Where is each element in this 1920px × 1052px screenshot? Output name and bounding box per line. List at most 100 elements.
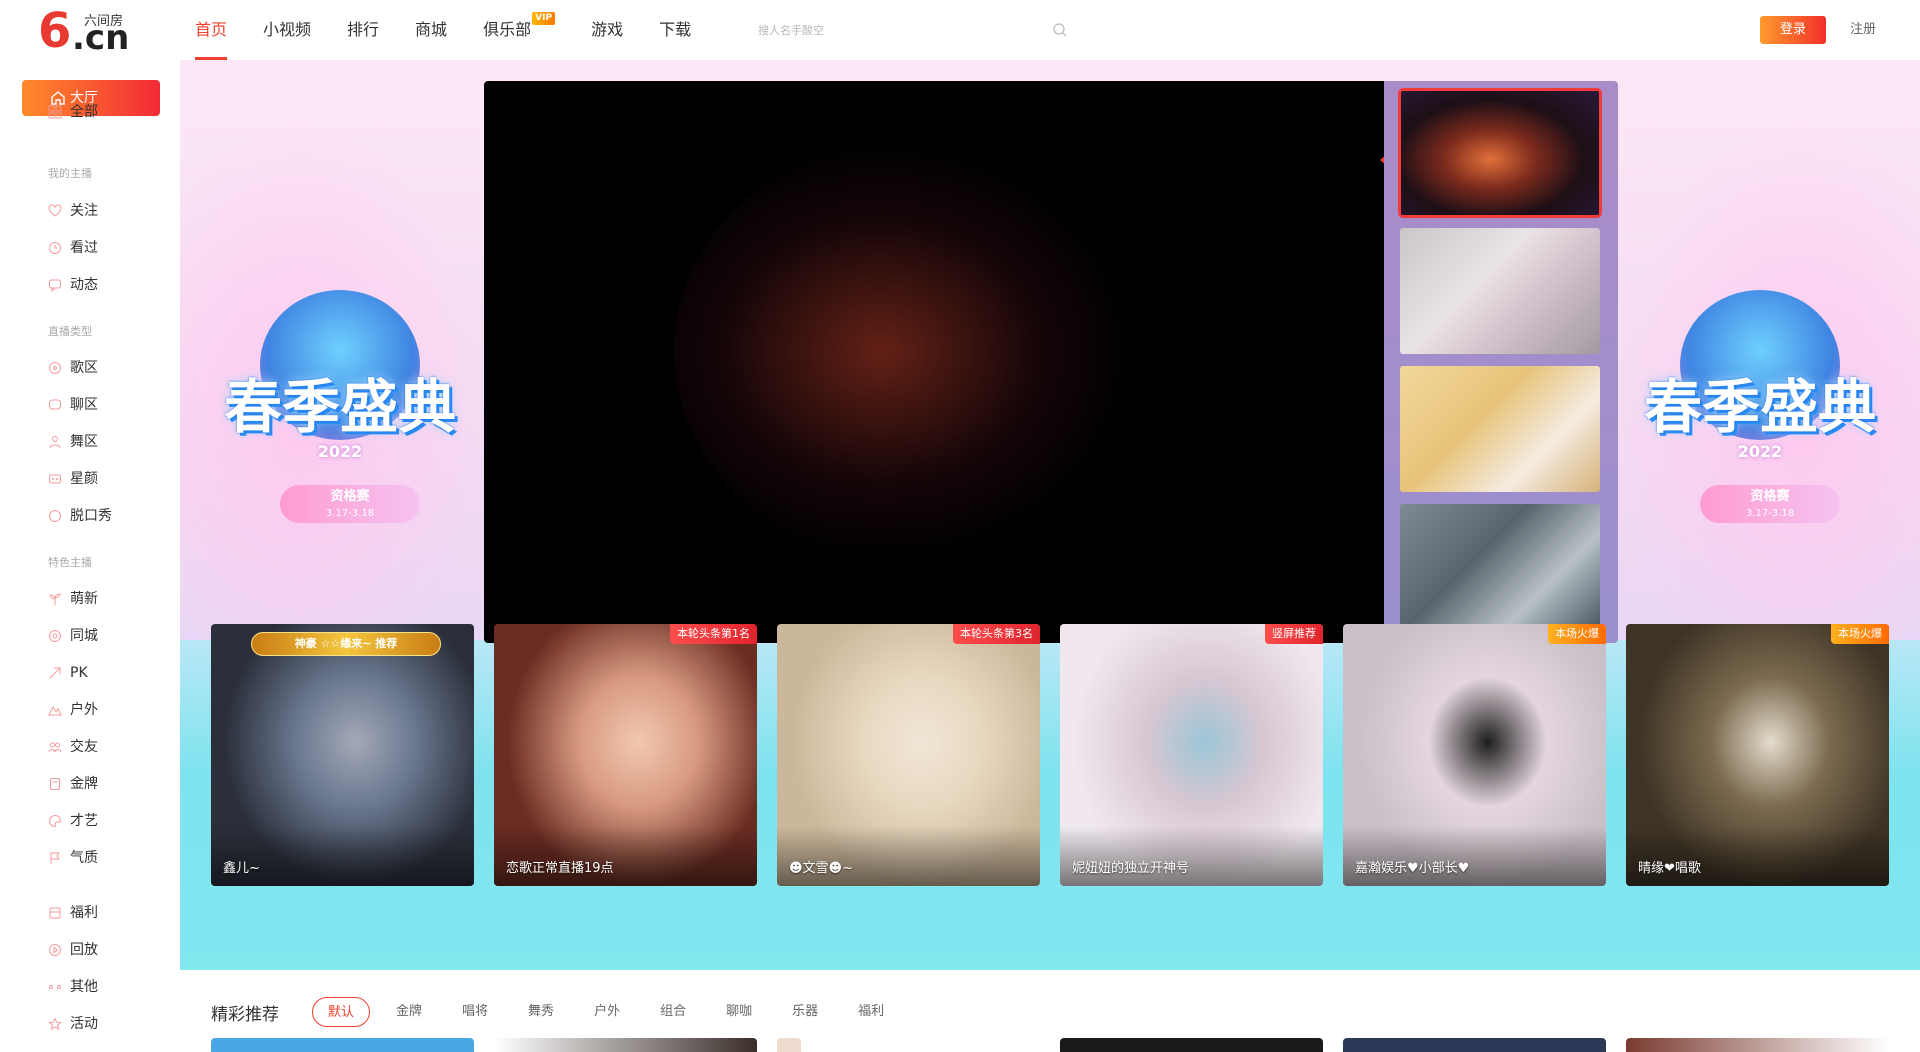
featured-thumb-2[interactable] [1400,228,1600,354]
tab-gold[interactable]: 金牌 [396,997,422,1027]
sidebar-item-song[interactable]: 歌区 [48,358,98,378]
sidebar-item-star[interactable]: 星颜 [48,469,98,489]
sidebar-item-pk[interactable]: PK [48,663,88,683]
tab-group[interactable]: 组合 [660,997,686,1027]
sidebar-item-all[interactable]: 全部 [48,102,98,122]
sidebar-item-talent[interactable]: 才艺 [48,811,98,831]
search-box [758,16,1068,44]
sidebar-item-dance[interactable]: 舞区 [48,432,98,452]
room-card[interactable]: 竖屏推荐 妮妞妞的独立开神号 [1060,624,1323,886]
stage-dates: 3.17-3.18 [325,508,375,519]
sidebar-item-outdoor[interactable]: 户外 [48,700,98,720]
group-live-types: 直播类型 [48,325,92,338]
sidebar-item-chat[interactable]: 聊区 [48,395,98,415]
music-icon [49,362,61,374]
room-card[interactable]: 本轮头条第1名 恋歌正常直播19点 [494,624,757,886]
spring-year: 2022 [1737,442,1783,461]
gift-icon [49,907,61,919]
sidebar-item-label: 交友 [70,739,98,755]
sidebar-item-watched[interactable]: 看过 [48,238,98,258]
tab-outdoor[interactable]: 户外 [594,997,620,1027]
group-special-anchors: 特色主播 [48,556,92,569]
sidebar-item-newbie[interactable]: 萌新 [48,589,98,609]
spring-festival-emblem-right[interactable]: 春季盛典 2022 资格赛 3.17-3.18 [1620,290,1900,590]
nav-download[interactable]: 下载 [659,0,691,60]
tab-welfare[interactable]: 福利 [858,997,884,1027]
spring-year: 2022 [317,442,363,461]
sidebar-item-label: 聊区 [70,397,98,413]
group-my-anchors: 我的主播 [48,167,92,180]
sidebar-item-feed[interactable]: 动态 [48,275,98,295]
recommend-card[interactable] [1343,1038,1606,1052]
sidebar-item-talkshow[interactable]: 脱口秀 [48,506,112,526]
grid-icon [48,105,62,119]
sidebar-item-welfare[interactable]: 福利 [48,903,98,923]
room-card[interactable]: 本场火爆 晴缘❤唱歌 [1626,624,1889,886]
heart-icon [48,204,62,217]
clock-icon [49,242,61,254]
card-shade [211,826,474,886]
nav-mall[interactable]: 商城 [415,0,447,60]
room-name: 恋歌正常直播19点 [506,861,614,876]
featured-thumb-4[interactable] [1400,504,1600,630]
room-name: 晴缘❤唱歌 [1638,861,1701,876]
room-name: 嘉瀚娱乐♥小部长♥ [1355,861,1470,876]
sidebar-item-follow[interactable]: 关注 [48,201,98,221]
live-video-player[interactable] [484,81,1384,643]
tab-dance[interactable]: 舞秀 [528,997,554,1027]
featured-room-list [1384,81,1618,643]
logo-six: 6 [38,3,72,59]
recommend-card[interactable] [211,1038,474,1052]
stage-dates: 3.17-3.18 [1745,508,1795,519]
recommend-card[interactable] [777,1038,801,1052]
recommend-title: 精彩推荐 [211,1005,279,1025]
sidebar-item-social[interactable]: 交友 [48,737,98,757]
sidebar-item-label: 其他 [70,979,98,995]
sidebar-item-label: 气质 [70,850,98,866]
login-button[interactable]: 登录 [1760,16,1826,44]
nav-club[interactable]: 俱乐部 VIP [483,0,556,60]
tab-default[interactable]: 默认 [312,997,371,1027]
sidebar-item-label: 户外 [70,702,98,718]
recommend-tabs: 默认 金牌 唱将 舞秀 户外 组合 聊咖 乐器 福利 [312,997,924,1027]
sprout-icon [49,593,61,605]
sidebar-item-events[interactable]: 活动 [48,1014,98,1034]
crown-text: 神豪 ☆☆缘来~ 推荐 [251,632,441,656]
search-icon[interactable] [1052,22,1068,38]
tab-chat[interactable]: 聊咖 [726,997,752,1027]
nav-short-video[interactable]: 小视频 [263,0,311,60]
location-icon [49,630,61,642]
featured-thumb-3[interactable] [1400,366,1600,492]
sidebar-item-label: 萌新 [70,591,98,607]
card-shade [494,826,757,886]
stage-name: 资格赛 [1750,489,1790,504]
recommend-card[interactable] [1626,1038,1889,1052]
sidebar-item-label: 关注 [70,203,98,219]
sidebar-item-other[interactable]: 其他 [48,977,98,997]
sidebar-item-replay[interactable]: 回放 [48,940,98,960]
nav-ranking[interactable]: 排行 [347,0,379,60]
featured-thumb-1[interactable] [1398,88,1602,218]
tab-instrument[interactable]: 乐器 [792,997,818,1027]
sidebar-item-gold[interactable]: 金牌 [48,774,98,794]
room-card[interactable]: 本场火爆 嘉瀚娱乐♥小部长♥ [1343,624,1606,886]
sidebar-item-temperament[interactable]: 气质 [48,848,98,868]
register-link[interactable]: 注册 [1850,16,1876,44]
spring-festival-emblem-left[interactable]: 春季盛典 2022 资格赛 3.17-3.18 [200,290,480,590]
room-card[interactable]: 本轮头条第3名 ☻文雪☻~ [777,624,1040,886]
nav-club-label: 俱乐部 [483,20,532,39]
video-frame [674,141,1134,561]
room-card[interactable]: 神豪 ☆☆缘来~ 推荐 鑫儿~ [211,624,474,886]
crown-banner: 神豪 ☆☆缘来~ 推荐 [251,624,441,660]
site-logo[interactable]: 6 .cn 六间房 [38,3,133,59]
recommend-card[interactable] [494,1038,757,1052]
search-input[interactable] [758,16,1068,44]
nav-games[interactable]: 游戏 [591,0,623,60]
tab-singer[interactable]: 唱将 [462,997,488,1027]
recommend-card[interactable] [1060,1038,1323,1052]
room-name: 鑫儿~ [223,861,260,876]
nav-home[interactable]: 首页 [195,0,228,60]
room-tag: 本场火爆 [1548,624,1606,644]
sidebar-item-label: 全部 [70,104,98,120]
sidebar-item-local[interactable]: 同城 [48,626,98,646]
